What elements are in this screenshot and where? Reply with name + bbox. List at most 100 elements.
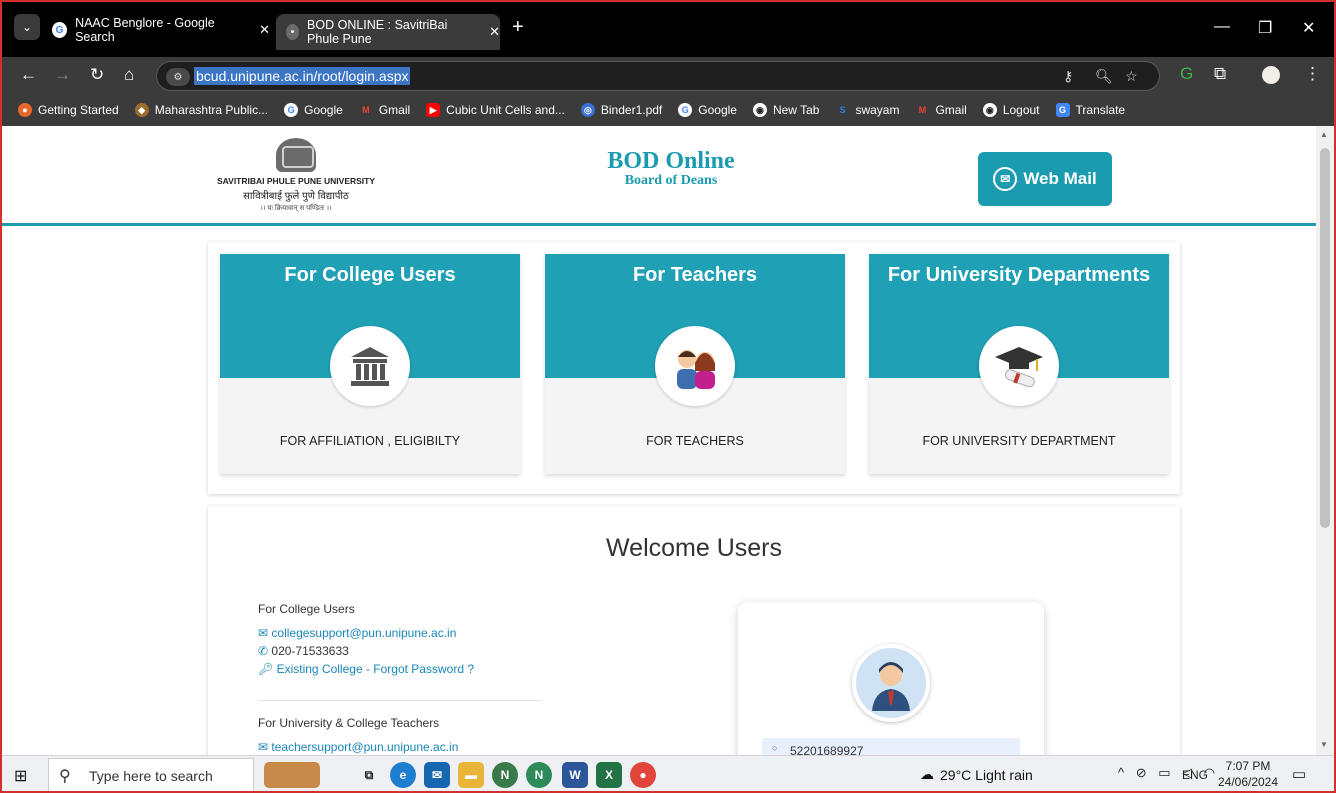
bookmarks-bar: ● Getting Started ◆ Maharashtra Public... … xyxy=(0,94,1336,126)
user-id-value: 52201689927 xyxy=(790,744,864,755)
mail-app-icon[interactable]: ✉ xyxy=(424,762,450,788)
bookmark-item[interactable]: ◎ Binder1.pdf xyxy=(580,103,662,117)
login-card: ○ 52201689927 xyxy=(738,602,1044,755)
university-departments-card[interactable]: For University Departments FOR UNIVERSIT… xyxy=(869,254,1169,474)
site-emblem-icon: • xyxy=(286,24,300,40)
bookmark-item[interactable]: G Google xyxy=(284,103,343,117)
page-subtitle: Board of Deans xyxy=(624,173,718,188)
back-icon[interactable]: ← xyxy=(20,65,37,85)
notification-icon[interactable]: ▭ xyxy=(1292,765,1306,783)
bookmark-label: Google xyxy=(304,103,343,117)
webmail-button[interactable]: ✉ Web Mail xyxy=(978,152,1112,206)
bookmark-label: New Tab xyxy=(772,103,820,117)
star-icon[interactable]: ☆ xyxy=(1125,68,1138,85)
task-view-icon[interactable]: ⧉ xyxy=(356,762,382,788)
bookmark-label: Gmail xyxy=(378,103,411,117)
key-icon[interactable]: ⚷ xyxy=(1063,68,1073,85)
close-window-icon[interactable]: ✕ xyxy=(1302,18,1315,38)
file-explorer-icon[interactable]: ▬ xyxy=(458,762,484,788)
chrome-profile-icon[interactable]: N xyxy=(492,762,518,788)
university-emblem-icon xyxy=(276,138,316,172)
bookmark-label: Gmail xyxy=(935,103,967,117)
forward-icon[interactable]: → xyxy=(54,65,71,85)
forgot-password-link[interactable]: 🔑︎ Existing College - Forgot Password ? xyxy=(258,662,474,676)
bookmark-item[interactable]: ◉ New Tab xyxy=(752,103,820,117)
scroll-thumb[interactable] xyxy=(1320,148,1330,528)
university-name-en: SAVITRIBAI PHULE PUNE UNIVERSITY xyxy=(216,176,376,186)
teachers-icon xyxy=(655,326,735,406)
page-scrollbar[interactable]: ▲ ▼ xyxy=(1316,126,1334,755)
home-icon[interactable]: ⌂ xyxy=(124,65,134,85)
site-info-icon[interactable]: ⚙ xyxy=(166,68,190,86)
college-users-card[interactable]: For College Users FOR AFFILIATION , ELIG… xyxy=(220,254,520,474)
profile-avatar[interactable] xyxy=(1262,66,1280,84)
tab-google-search[interactable]: G NAAC Benglore - Google Search ✕ xyxy=(52,16,270,44)
tab-title: BOD ONLINE : SavitriBai Phule Pune xyxy=(307,18,448,46)
tab-strip: ⌄ G NAAC Benglore - Google Search ✕ • BO… xyxy=(0,0,1336,57)
envelope-icon: ✉ xyxy=(258,626,272,640)
teacher-email-link[interactable]: ✉ teachersupport@pun.unipune.ac.in xyxy=(258,740,458,754)
login-options-panel: For College Users FOR AFFILIATION , ELIG… xyxy=(208,242,1180,494)
swayam-icon: S xyxy=(839,105,846,115)
card-title: For University Departments xyxy=(887,264,1151,286)
extensions-icon[interactable]: ⧉ xyxy=(1214,64,1226,84)
graduation-cap-icon xyxy=(979,326,1059,406)
minimize-icon[interactable]: — xyxy=(1214,18,1230,36)
college-contact-label: For College Users xyxy=(258,602,355,616)
tab-search-chevron-icon[interactable]: ⌄ xyxy=(14,14,40,40)
university-logo[interactable]: SAVITRIBAI PHULE PUNE UNIVERSITY सावित्र… xyxy=(216,138,376,213)
card-caption: FOR TEACHERS xyxy=(646,434,744,448)
scroll-down-arrow-icon[interactable]: ▼ xyxy=(1320,740,1328,749)
search-highlight-image[interactable] xyxy=(264,762,320,788)
bookmark-item[interactable]: G Google xyxy=(678,103,737,117)
bookmark-item[interactable]: ◉ Logout xyxy=(982,103,1040,117)
edge-icon[interactable]: e xyxy=(390,762,416,788)
clock[interactable]: 7:07 PM 24/06/2024 xyxy=(1216,758,1280,790)
teacher-contact-label: For University & College Teachers xyxy=(258,716,440,730)
tab-bod-online[interactable]: • BOD ONLINE : SavitriBai Phule Pune ✕ xyxy=(276,14,500,50)
bookmark-item[interactable]: ▶ Cubic Unit Cells and... xyxy=(426,103,565,117)
bookmark-item[interactable]: M Gmail xyxy=(359,103,410,117)
university-name-mr: सावित्रीबाई फुले पुणे विद्यापीठ xyxy=(243,191,349,202)
url-text[interactable]: bcud.unipune.ac.in/root/login.aspx xyxy=(194,67,411,85)
weather-text: 29°C Light rain xyxy=(940,766,1033,783)
bookmark-item[interactable]: Sswayam xyxy=(835,103,899,117)
college-email-link[interactable]: ✉ collegesupport@pun.unipune.ac.in xyxy=(258,626,474,640)
chrome-profile-icon[interactable]: N xyxy=(526,762,552,788)
taskbar-search[interactable]: ⚲ Type here to search xyxy=(48,758,254,792)
excel-icon[interactable]: X xyxy=(596,762,622,788)
windows-start-icon[interactable]: ⊞ xyxy=(14,766,27,786)
firefox-icon: ● xyxy=(18,103,32,117)
phone-icon: ✆ xyxy=(258,644,272,658)
teachers-card[interactable]: For Teachers FOR TEACHERS xyxy=(545,254,845,474)
globe-icon: ◉ xyxy=(982,103,997,117)
weather-widget[interactable]: ☁ 29°C Light rain xyxy=(920,766,1033,783)
language-indicator[interactable]: ENG xyxy=(1182,768,1208,782)
tab-title: NAAC Benglore - Google Search xyxy=(75,16,215,44)
bookmark-item[interactable]: ● Getting Started xyxy=(18,103,119,117)
bookmark-label: Cubic Unit Cells and... xyxy=(446,103,565,117)
site-title: BOD Online Board of Deans xyxy=(562,148,780,189)
bookmark-label: Google xyxy=(698,103,737,117)
chrome-icon[interactable]: ● xyxy=(630,762,656,788)
close-icon[interactable]: ✕ xyxy=(259,22,270,38)
user-icon: ○ xyxy=(772,743,778,753)
restore-icon[interactable]: ❐ xyxy=(1258,18,1272,38)
zoom-icon[interactable]: 🔍︎ xyxy=(1095,68,1113,85)
address-bar[interactable]: ⚙ bcud.unipune.ac.in/root/login.aspx ⚷ 🔍… xyxy=(156,61,1160,91)
search-icon: ⚲ xyxy=(59,768,71,785)
bookmark-item[interactable]: G Translate xyxy=(1055,103,1125,117)
address-bar-row: ← → ↻ ⌂ ⚙ bcud.unipune.ac.in/root/login.… xyxy=(0,57,1336,94)
mail-icon: ✉ xyxy=(993,167,1018,191)
close-icon[interactable]: ✕ xyxy=(489,24,500,40)
divider xyxy=(258,700,542,701)
new-tab-button[interactable]: + xyxy=(512,16,524,39)
reload-icon[interactable]: ↻ xyxy=(90,65,104,85)
scroll-up-arrow-icon[interactable]: ▲ xyxy=(1320,130,1328,139)
user-id-input[interactable]: ○ 52201689927 xyxy=(762,738,1020,755)
grammarly-icon[interactable]: G xyxy=(1180,64,1193,84)
menu-kebab-icon[interactable]: ⋮ xyxy=(1304,64,1321,84)
bookmark-item[interactable]: M Gmail xyxy=(915,103,967,117)
bookmark-item[interactable]: ◆ Maharashtra Public... xyxy=(134,103,268,117)
word-icon[interactable]: W xyxy=(562,762,588,788)
